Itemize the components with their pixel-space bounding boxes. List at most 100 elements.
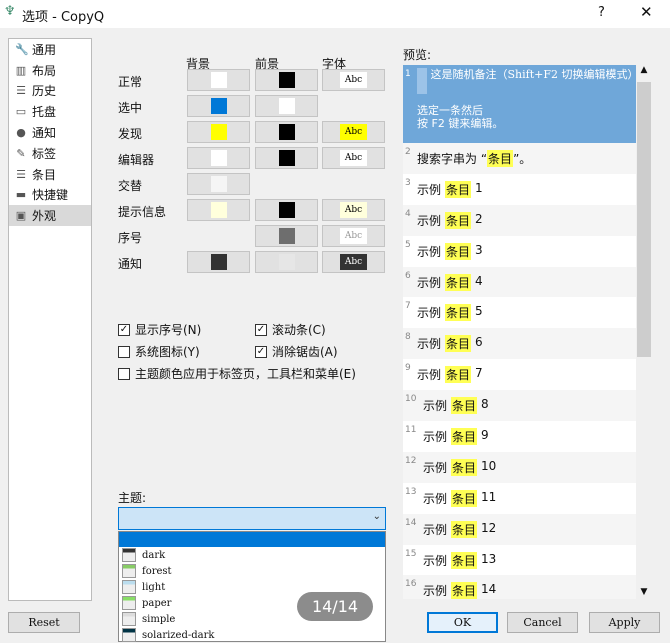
sidebar-icon: ● xyxy=(16,126,26,140)
copyq-app-icon: ♆ xyxy=(4,4,16,19)
font-button[interactable]: Abc xyxy=(322,121,385,143)
scroll-down-icon[interactable]: ▼ xyxy=(636,587,652,597)
fg-color-button[interactable] xyxy=(255,147,318,169)
option-checkbox-3[interactable]: ✓ 消除锯齿(A) xyxy=(255,343,338,360)
font-button[interactable]: Abc xyxy=(322,147,385,169)
sidebar-item-2[interactable]: ☰ 历史 xyxy=(9,81,91,102)
fg-color-button[interactable] xyxy=(255,121,318,143)
bg-color-button[interactable] xyxy=(187,147,250,169)
color-swatch xyxy=(210,72,227,88)
option-checkbox-0[interactable]: ✓ 显示序号(N) xyxy=(118,321,201,338)
sidebar-item-6[interactable]: ☰ 条目 xyxy=(9,164,91,185)
preview-item-search[interactable]: 2 搜索字串为 “条目”。 xyxy=(403,143,636,174)
theme-combobox[interactable]: ⌄ xyxy=(118,507,386,530)
checkbox-checked-icon[interactable]: ✓ xyxy=(255,345,267,358)
item-highlight: 条目 xyxy=(445,211,472,229)
color-swatch xyxy=(210,124,227,140)
fg-color-button[interactable] xyxy=(255,251,318,273)
sidebar-item-7[interactable]: ▬ 快捷键 xyxy=(9,185,91,206)
fg-color-button[interactable] xyxy=(255,69,318,91)
sidebar-item-3[interactable]: ▭ 托盘 xyxy=(9,101,91,122)
item-highlight: 条目 xyxy=(451,551,478,569)
font-sample: Abc xyxy=(339,124,368,140)
sidebar-item-8[interactable]: ▣ 外观 xyxy=(9,205,91,227)
theme-option-solarized-dark[interactable]: solarized-dark xyxy=(119,627,385,643)
preview-item[interactable]: 5 示例 条目 3 xyxy=(403,235,636,267)
checkbox-unchecked-icon[interactable] xyxy=(118,367,130,380)
apply-button[interactable]: Apply xyxy=(589,612,660,633)
theme-dropdown-list[interactable]: dark forest light paper simple solarized-dark xyxy=(118,531,386,642)
title-bar: ♆ 选项 - CopyQ ? ✕ xyxy=(0,0,670,28)
color-swatch xyxy=(210,98,227,114)
preview-item[interactable]: 12 示例 条目 10 xyxy=(403,451,636,483)
bg-color-button[interactable] xyxy=(187,199,250,221)
option-checkbox-4[interactable]: 主题颜色应用于标签页，工具栏和菜单(E) xyxy=(118,365,356,382)
sidebar-item-1[interactable]: ▥ 布局 xyxy=(9,60,91,81)
item-number: 7 xyxy=(405,301,411,312)
item-index: 6 xyxy=(475,335,483,350)
preview-item[interactable]: 4 示例 条目 2 xyxy=(403,204,636,236)
bg-color-button[interactable] xyxy=(187,69,250,91)
preview-item[interactable]: 14 示例 条目 12 xyxy=(403,513,636,545)
theme-option-dark[interactable]: dark xyxy=(119,547,385,563)
close-button[interactable]: ✕ xyxy=(640,3,653,21)
item-text: 示例 xyxy=(417,182,442,197)
preview-item[interactable]: 7 示例 条目 5 xyxy=(403,297,636,329)
preview-item[interactable]: 13 示例 条目 11 xyxy=(403,482,636,514)
preview-scrollbar[interactable]: ▲ ▼ xyxy=(636,65,652,599)
cancel-button[interactable]: Cancel xyxy=(507,612,578,633)
fg-color-button[interactable] xyxy=(255,95,318,117)
preview-item-selected[interactable]: 1 这是随机备注（Shift+F2 切换编辑模式） 选定一条然后 按 F2 键来… xyxy=(403,65,636,143)
sidebar-item-label: 历史 xyxy=(32,84,57,99)
preview-item[interactable]: 3 示例 条目 1 xyxy=(403,173,636,205)
option-checkbox-1[interactable]: ✓ 滚动条(C) xyxy=(255,321,326,338)
bg-color-button[interactable] xyxy=(187,95,250,117)
preview-item[interactable]: 9 示例 条目 7 xyxy=(403,359,636,391)
preview-item[interactable]: 8 示例 条目 6 xyxy=(403,328,636,360)
font-button[interactable]: Abc xyxy=(322,251,385,273)
item-number: 15 xyxy=(405,548,417,559)
item-index: 10 xyxy=(481,458,497,473)
theme-option-empty[interactable] xyxy=(119,532,385,547)
preview-item[interactable]: 15 示例 条目 13 xyxy=(403,544,636,576)
theme-thumbnail-icon xyxy=(122,612,136,626)
bg-color-button[interactable] xyxy=(187,121,250,143)
preview-item[interactable]: 6 示例 条目 4 xyxy=(403,266,636,298)
item-number: 9 xyxy=(405,363,411,374)
preview-item[interactable]: 10 示例 条目 8 xyxy=(403,390,636,422)
item-highlight: 条目 xyxy=(445,273,472,291)
option-checkbox-2[interactable]: 系统图标(Y) xyxy=(118,343,200,360)
color-swatch xyxy=(278,124,295,140)
help-button[interactable]: ? xyxy=(598,5,605,20)
color-row-label: 交替 xyxy=(118,179,143,193)
option-label: 滚动条(C) xyxy=(272,323,326,337)
theme-option-label: solarized-dark xyxy=(142,629,215,641)
checkbox-unchecked-icon[interactable] xyxy=(118,345,130,358)
theme-option-label: dark xyxy=(142,549,166,561)
color-row-label: 序号 xyxy=(118,231,143,245)
preview-list[interactable]: 1 这是随机备注（Shift+F2 切换编辑模式） 选定一条然后 按 F2 键来… xyxy=(403,65,636,599)
preview-item[interactable]: 16 示例 条目 14 xyxy=(403,575,636,599)
item-text: 示例 xyxy=(417,275,442,290)
bg-color-button[interactable] xyxy=(187,251,250,273)
scroll-up-icon[interactable]: ▲ xyxy=(636,65,652,79)
ok-button[interactable]: OK xyxy=(427,612,498,633)
sidebar-item-5[interactable]: ✎ 标签 xyxy=(9,143,91,164)
sidebar-item-4[interactable]: ● 通知 xyxy=(9,122,91,143)
theme-option-forest[interactable]: forest xyxy=(119,563,385,579)
bg-color-button[interactable] xyxy=(187,173,250,195)
fg-color-button[interactable] xyxy=(255,225,318,247)
font-button[interactable]: Abc xyxy=(322,225,385,247)
checkbox-checked-icon[interactable]: ✓ xyxy=(255,323,267,336)
font-button[interactable]: Abc xyxy=(322,69,385,91)
preview-item[interactable]: 11 示例 条目 9 xyxy=(403,421,636,452)
item-text: 示例 xyxy=(417,306,442,321)
sidebar-item-0[interactable]: 🔧 通用 xyxy=(9,39,91,60)
item-number: 8 xyxy=(405,332,411,343)
checkbox-checked-icon[interactable]: ✓ xyxy=(118,323,130,336)
reset-button[interactable]: Reset xyxy=(8,612,80,633)
fg-color-button[interactable] xyxy=(255,199,318,221)
scroll-thumb[interactable] xyxy=(637,82,651,357)
font-button[interactable]: Abc xyxy=(322,199,385,221)
item-index: 2 xyxy=(475,211,483,226)
